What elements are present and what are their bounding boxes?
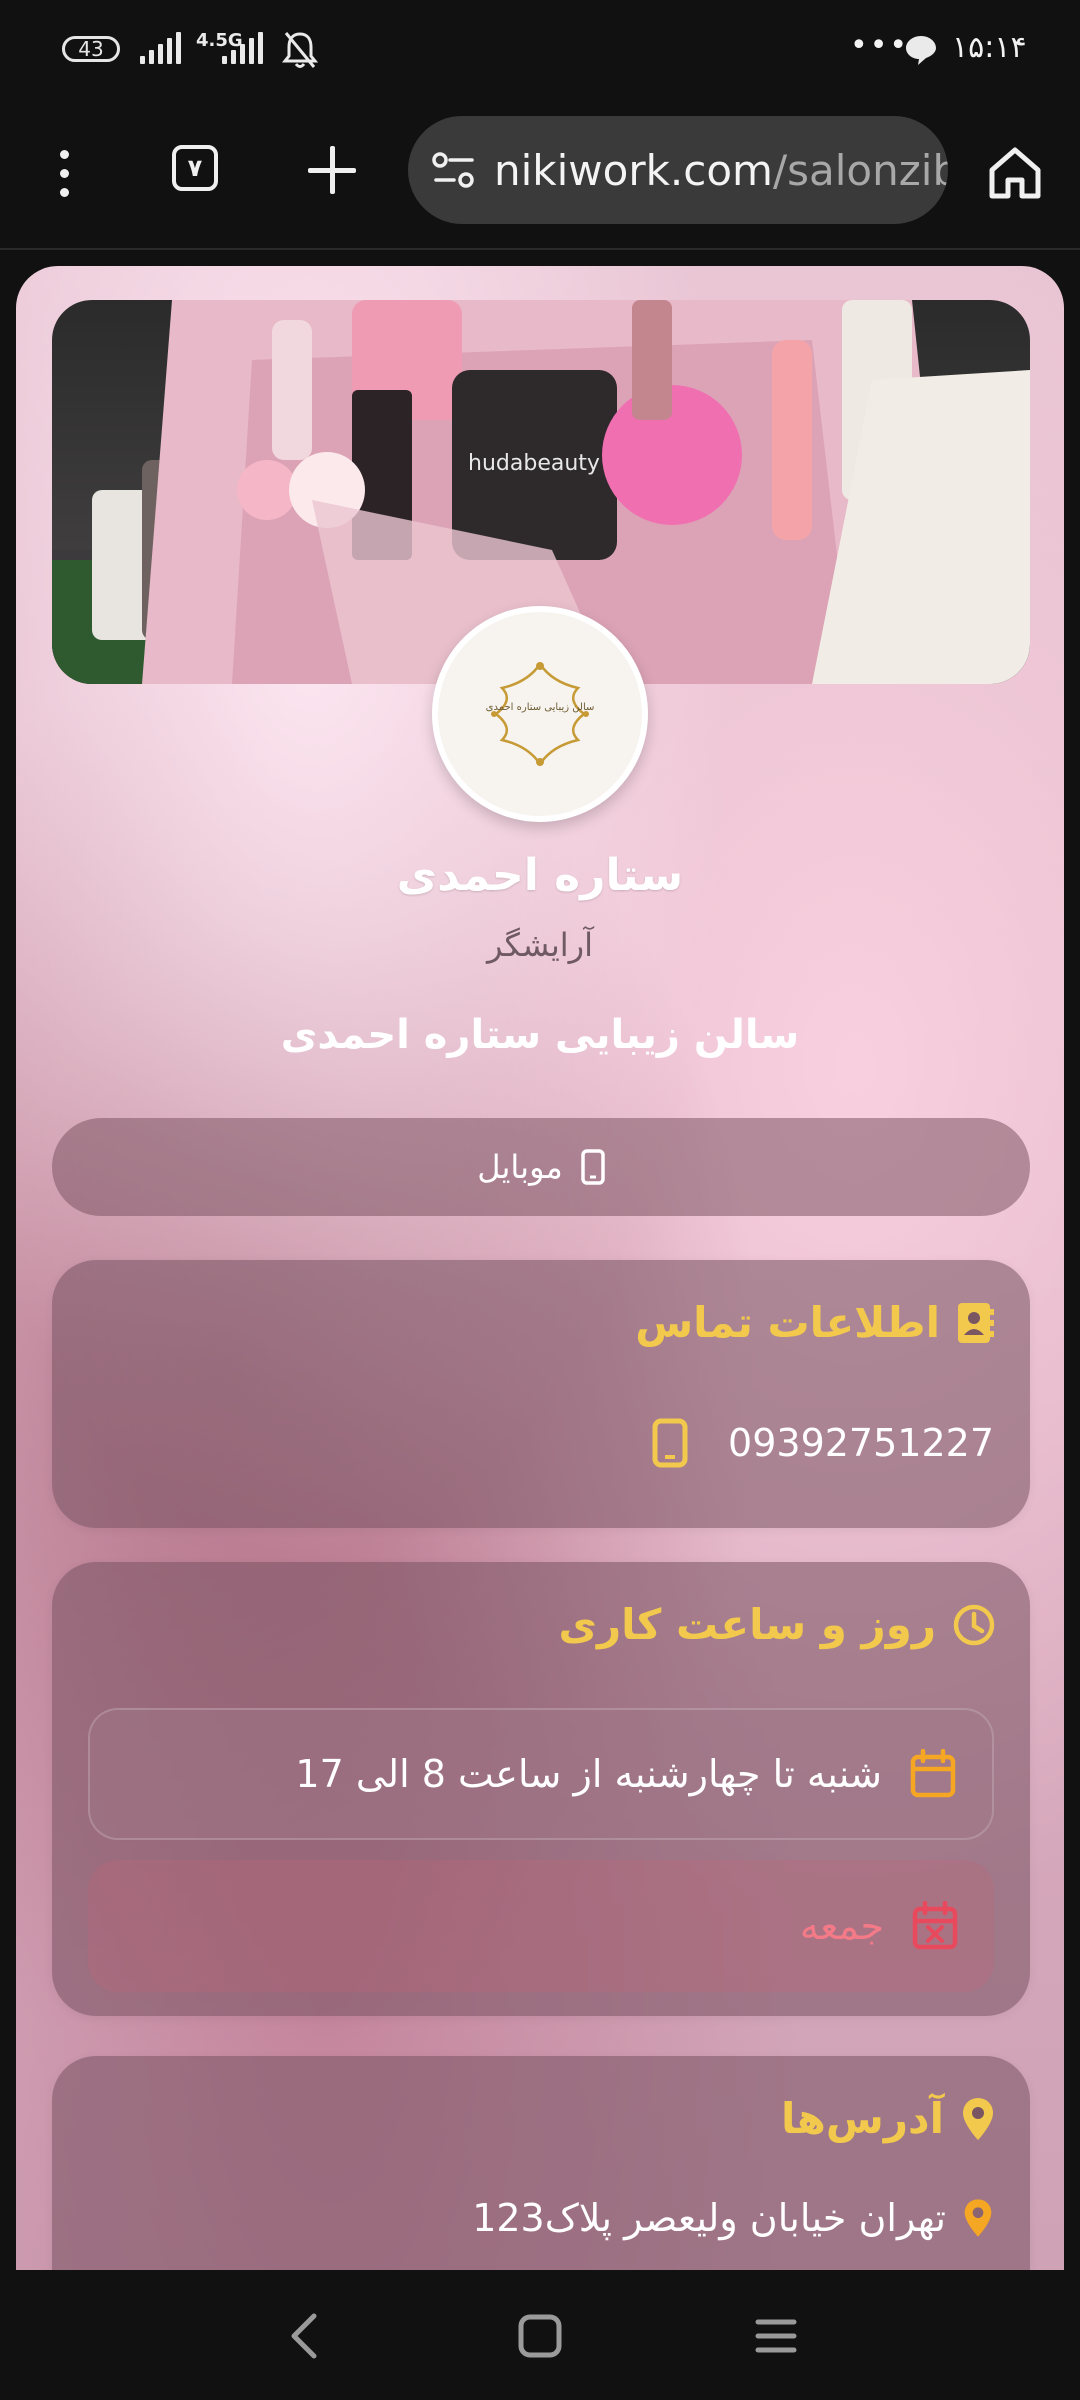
weekday-hours-row: شنبه تا چهارشنبه از ساعت 8 الی 17 — [88, 1708, 994, 1840]
signal-icon — [140, 32, 190, 64]
profile-job: آرایشگر — [486, 926, 593, 964]
mobile-button[interactable]: موبایل — [52, 1118, 1030, 1216]
back-icon[interactable] — [284, 2310, 324, 2362]
business-name: سالن زیبایی ستاره احمدی — [280, 1012, 800, 1058]
address-row[interactable]: تهران خیابان ولیعصر پلاک123 — [472, 2196, 994, 2240]
location-pin-icon — [963, 2097, 993, 2140]
mobile-phone-icon — [652, 1418, 688, 1468]
signal-icon — [222, 32, 272, 64]
new-tab-icon[interactable] — [306, 144, 358, 196]
battery-icon: 43 — [62, 36, 120, 62]
profile-name: ستاره احمدی — [396, 850, 684, 901]
address-text[interactable]: تهران خیابان ولیعصر پلاک123 — [472, 2196, 946, 2240]
mobile-phone-icon — [580, 1149, 605, 1185]
weekday-hours-text: شنبه تا چهارشنبه از ساعت 8 الی 17 — [295, 1752, 882, 1796]
contact-card: اطلاعات تماس 09392751227 — [52, 1260, 1030, 1528]
address-title: آدرس‌ها — [781, 2094, 996, 2143]
address-title-text: آدرس‌ها — [781, 2094, 944, 2143]
chat-bubble-icon — [906, 36, 936, 65]
closed-day-text: جمعه — [799, 1904, 884, 1948]
svg-text:hudabeauty: hudabeauty — [468, 451, 600, 476]
mute-bell-icon — [282, 32, 318, 68]
calendar-icon — [910, 1749, 956, 1798]
more-indicator: ••• — [850, 28, 910, 63]
url-text[interactable]: nikiwork.com/salonzib — [494, 146, 948, 195]
menu-dots-icon[interactable] — [44, 144, 84, 204]
hours-title-text: روز و ساعت کاری — [558, 1600, 936, 1649]
browser-toolbar: ۷ nikiwork.com/salonzib — [0, 100, 1080, 250]
tab-switcher-button[interactable]: ۷ — [172, 145, 218, 191]
system-nav-bar — [0, 2270, 1080, 2400]
closed-day-row: جمعه — [88, 1860, 994, 1992]
working-hours-card: روز و ساعت کاری شنبه تا چهارشنبه از ساعت… — [52, 1562, 1030, 2016]
site-settings-icon[interactable] — [432, 150, 476, 190]
url-bar[interactable]: nikiwork.com/salonzib — [408, 116, 948, 224]
phone-row[interactable]: 09392751227 — [652, 1418, 994, 1468]
url-domain: nikiwork.com — [494, 146, 773, 195]
home-nav-icon[interactable] — [516, 2312, 564, 2360]
contact-title: اطلاعات تماس — [635, 1298, 996, 1347]
location-pin-icon — [964, 2199, 992, 2237]
calendar-closed-icon — [912, 1901, 958, 1950]
contact-title-text: اطلاعات تماس — [635, 1298, 940, 1347]
avatar: سالن زیبایی ستاره احمدی — [432, 606, 648, 822]
mobile-button-label: موبایل — [477, 1148, 563, 1186]
contact-book-icon — [958, 1302, 994, 1343]
salon-logo — [491, 661, 589, 767]
recents-icon[interactable] — [754, 2314, 798, 2358]
url-path: /salonzib — [772, 146, 948, 195]
status-clock: ۱۵:۱۴ — [952, 30, 1027, 65]
address-card: آدرس‌ها تهران خیابان ولیعصر پلاک123 — [52, 2056, 1030, 2270]
phone-number[interactable]: 09392751227 — [728, 1421, 994, 1465]
profile-page: hudabeauty سالن زیبایی ستاره احمدی ستاره… — [16, 266, 1064, 2270]
clock-icon — [953, 1604, 995, 1645]
home-icon[interactable] — [984, 142, 1046, 202]
logo-text: سالن زیبایی ستاره احمدی — [485, 702, 595, 713]
hours-title: روز و ساعت کاری — [558, 1600, 996, 1649]
status-bar: 43 4.5G ••• ۱۵:۱۴ — [0, 0, 1080, 100]
